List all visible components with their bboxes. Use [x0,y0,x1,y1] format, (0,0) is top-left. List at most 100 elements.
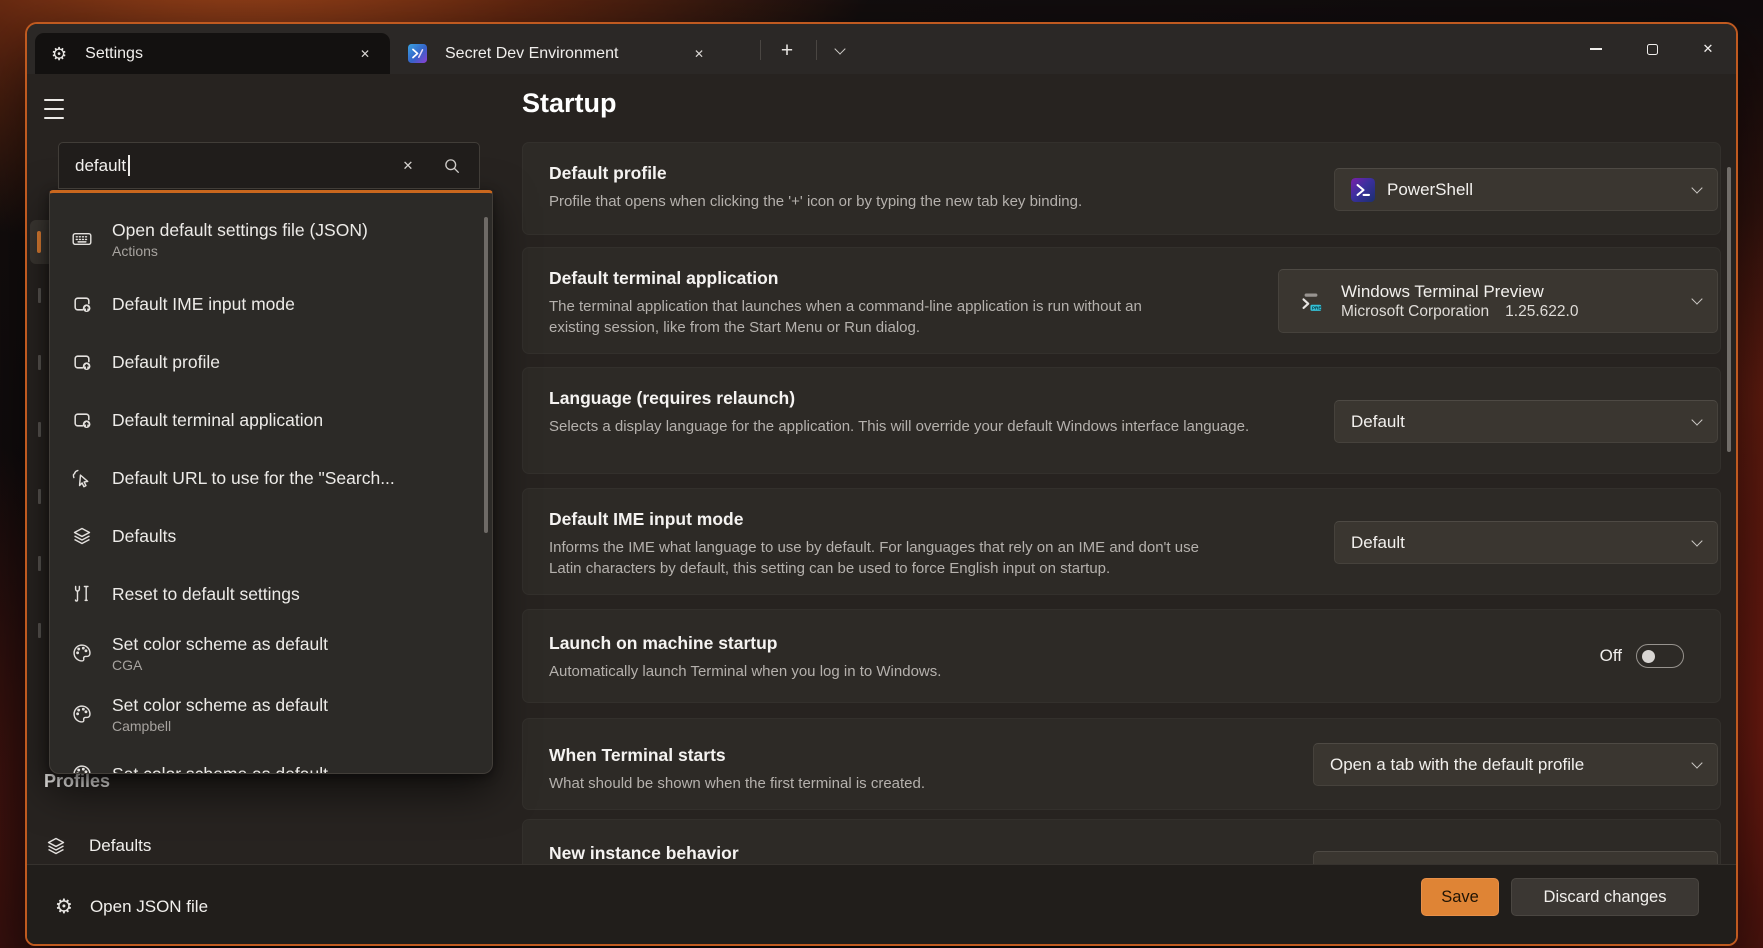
terminal-preview-icon: PRE [1295,285,1327,317]
setting-row-default-ime-input-mode: Default IME input mode Informs the IME w… [522,488,1721,595]
page-scrollbar[interactable] [1727,167,1731,452]
when-terminal-starts-dropdown[interactable]: Open a tab with the default profile [1313,743,1718,786]
result-title: Default IME input mode [112,294,295,315]
sidebar-item-fragment [38,489,41,504]
chevron-down-icon [1691,535,1702,546]
clear-search-icon[interactable]: ✕ [393,158,423,174]
result-title: Reset to default settings [112,584,300,605]
tools-icon [70,583,93,605]
search-result-reset-to-default-settings[interactable]: Reset to default settings [50,565,492,623]
settings-page: default ✕ Profiles [27,74,1736,944]
chevron-down-icon [1691,182,1702,193]
keyboard-icon [70,228,93,250]
tab-secret-dev-environment[interactable]: Secret Dev Environment ✕ [394,33,724,74]
search-result-default-terminal-application[interactable]: Default terminal application [50,391,492,449]
new-tab-button[interactable]: + [768,34,806,68]
powershell-icon [1351,178,1375,202]
search-result-open-default-settings-file[interactable]: Open default settings file (JSON) Action… [50,203,492,275]
minimize-button[interactable] [1568,24,1624,74]
setting-description: Selects a display language for the appli… [549,416,1259,437]
setting-description: Informs the IME what language to use by … [549,537,1229,579]
tab-dropdown-button[interactable] [822,36,858,66]
setting-description: Automatically launch Terminal when you l… [549,661,1259,682]
close-window-button[interactable]: ✕ [1680,24,1736,74]
palette-icon [70,763,93,774]
dropdown-value: PowerShell [1387,180,1473,200]
search-icon[interactable] [437,157,467,175]
layers-icon [45,835,67,857]
chevron-down-icon [1691,414,1702,425]
startup-settings-content: Startup Default profile Profile that ope… [522,74,1721,946]
search-result-default-url-search[interactable]: Default URL to use for the "Search... [50,449,492,507]
setting-row-default-terminal-application: Default terminal application The termina… [522,247,1721,354]
result-subtitle: CGA [112,657,328,673]
setting-description: Profile that opens when clicking the '+'… [549,191,1259,212]
chevron-down-icon [1691,757,1702,768]
ime-input-mode-dropdown[interactable]: Default [1334,521,1718,564]
setting-row-language: Language (requires relaunch) Selects a d… [522,367,1721,474]
open-json-file-button[interactable]: ⚙ Open JSON file [45,886,218,928]
result-title: Open default settings file (JSON) [112,220,368,241]
sidebar-item-fragment [38,623,41,638]
result-title: Default terminal application [112,410,323,431]
windows-terminal-window: ⚙ Settings ✕ Secret Dev Environment [25,22,1738,946]
result-title: Set color scheme as default [112,634,328,655]
result-title: Default URL to use for the "Search... [112,468,395,489]
search-result-set-color-scheme-clipped[interactable]: Set color scheme as default [50,745,492,774]
dropdown-value: Default [1351,412,1405,432]
sidebar-item-defaults[interactable]: Defaults [37,824,151,868]
footer-bar: ⚙ Open JSON file Save Discard changes [27,864,1736,946]
default-terminal-app-dropdown[interactable]: PRE Windows Terminal Preview Microsoft C… [1278,269,1718,333]
layers-icon [70,525,93,547]
app-publisher: Microsoft Corporation [1341,303,1489,321]
tab-divider [760,40,761,60]
gear-icon: ⚙ [51,45,67,63]
language-dropdown[interactable]: Default [1334,400,1718,443]
search-result-default-profile[interactable]: Default profile [50,333,492,391]
close-tab-icon[interactable]: ✕ [686,41,712,67]
open-json-label: Open JSON file [90,897,208,917]
sidebar-item-fragment [38,288,41,303]
save-button[interactable]: Save [1421,878,1499,916]
svg-text:PRE: PRE [1312,306,1321,311]
launch-icon [70,351,93,373]
dropdown-value: Open a tab with the default profile [1330,755,1584,775]
sidebar-profiles-header: Profiles [44,771,110,792]
result-title: Set color scheme as default [112,764,328,775]
launch-startup-toggle[interactable] [1636,644,1684,668]
search-result-set-color-scheme-campbell[interactable]: Set color scheme as default Campbell [50,683,492,745]
search-input[interactable]: default ✕ [58,142,480,189]
tab-title: Secret Dev Environment [445,45,618,63]
flyout-scrollbar[interactable] [484,217,488,533]
maximize-button[interactable] [1624,24,1680,74]
setting-title: Launch on machine startup [549,632,1720,654]
desktop-wallpaper: ⚙ Settings ✕ Secret Dev Environment [0,0,1763,948]
discard-label: Discard changes [1544,888,1667,907]
setting-description: The terminal application that launches w… [549,296,1189,338]
result-title: Default profile [112,352,220,373]
search-value: default [75,156,126,176]
window-controls: ✕ [1568,24,1736,74]
discard-changes-button[interactable]: Discard changes [1511,878,1699,916]
launch-icon [70,293,93,315]
tab-title: Settings [85,45,143,63]
search-result-defaults[interactable]: Defaults [50,507,492,565]
close-tab-icon[interactable]: ✕ [352,41,378,67]
palette-icon [70,703,93,725]
titlebar[interactable]: ⚙ Settings ✕ Secret Dev Environment [27,24,1736,74]
text-cursor [128,155,130,176]
default-profile-dropdown[interactable]: PowerShell [1334,168,1718,211]
nav-menu-button[interactable] [44,96,74,122]
setting-row-when-terminal-starts: When Terminal starts What should be show… [522,718,1721,810]
search-result-default-ime-input-mode[interactable]: Default IME input mode [50,275,492,333]
gear-icon: ⚙ [55,897,73,917]
result-subtitle: Actions [112,243,368,259]
chevron-down-icon [1691,293,1702,304]
result-title: Defaults [112,526,176,547]
sidebar-item-fragment [38,355,41,370]
tab-settings[interactable]: ⚙ Settings ✕ [35,33,390,74]
toggle-knob [1642,650,1655,663]
search-result-set-color-scheme-cga[interactable]: Set color scheme as default CGA [50,623,492,683]
sidebar-item-label: Defaults [89,836,151,856]
setting-row-launch-on-machine-startup: Launch on machine startup Automatically … [522,609,1721,703]
